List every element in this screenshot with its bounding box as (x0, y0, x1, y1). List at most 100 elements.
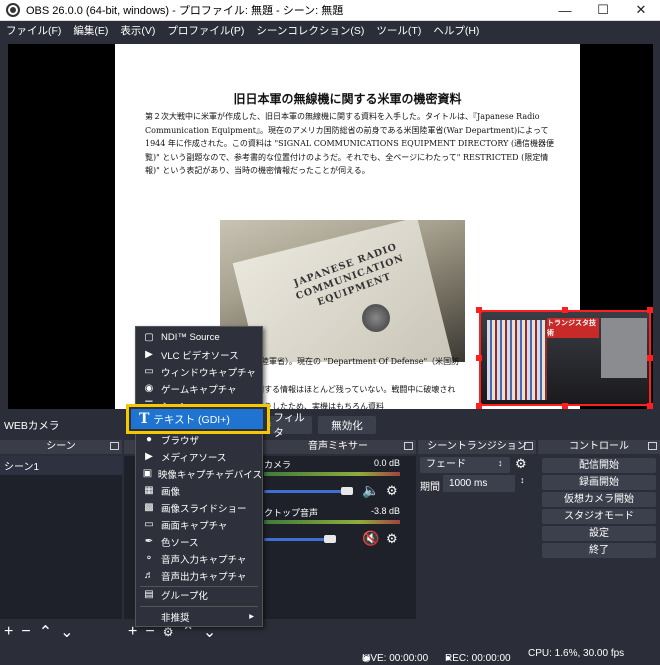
move-down-icon[interactable]: ⌄ (56, 622, 77, 642)
scene-toolbar: + − ⌃ ⌄ (0, 621, 122, 643)
controls-dock: コントロール 配信開始 録画開始 仮想カメラ開始 スタジオモード 設定 終了 (538, 440, 660, 643)
menu-item-window-capture[interactable]: ▭ ウィンドウキャプチャ (136, 363, 262, 380)
menu-item-audio-input-capture[interactable]: ⚬ 音声入力キャプチャ (136, 550, 262, 567)
menu-tools[interactable]: ツール(T) (370, 23, 427, 38)
slideshow-icon: ▩ (144, 502, 154, 513)
menu-view[interactable]: 表示(V) (114, 23, 161, 38)
seal-icon (362, 304, 390, 332)
document-text-line: nt"（旧陸軍省）。現在の "Department Of Defense"（米国… (233, 357, 460, 366)
duration-label: 期間 (420, 482, 440, 493)
selected-source-name: WEBカメラ (4, 419, 60, 432)
chevron-up-down-icon[interactable]: ↕ (498, 458, 503, 468)
transform-handle[interactable] (562, 403, 568, 409)
menu-item-ndi-source[interactable]: ▢ NDI™ Source (136, 329, 262, 346)
menu-help[interactable]: ヘルプ(H) (427, 23, 485, 38)
start-streaming-button[interactable]: 配信開始 (542, 458, 656, 473)
text-icon: T (139, 411, 150, 427)
window-title: OBS 26.0.0 (64-bit, windows) - プロファイル: 無… (26, 5, 344, 17)
webcam-source[interactable]: トランジスタ技術 (479, 310, 651, 406)
transform-handle[interactable] (562, 307, 568, 313)
transform-handle[interactable] (647, 403, 653, 409)
studio-mode-button[interactable]: スタジオモード (542, 509, 656, 524)
menu-item-video-capture-device[interactable]: ▣ 映像キャプチャデバイス (136, 465, 262, 482)
spinner-icon[interactable]: ↕ (520, 475, 525, 485)
menu-item-vlc-source[interactable]: ▶ VLC ビデオソース (136, 346, 262, 363)
muted-speaker-icon[interactable]: 🔇 (362, 530, 379, 547)
volume-slider[interactable] (264, 538, 330, 541)
cpu-fps-status: CPU: 1.6%, 30.00 fps (528, 648, 625, 659)
undock-icon[interactable] (404, 442, 413, 450)
menu-bar: ファイル(F) 編集(E) 表示(V) プロファイル(P) シーンコレクション(… (0, 21, 660, 40)
menu-separator (140, 606, 258, 607)
transform-handle[interactable] (476, 355, 482, 361)
undock-icon[interactable] (648, 442, 657, 450)
scenes-dock: シーン シーン1 + − ⌃ ⌄ (0, 440, 122, 643)
document-title: 旧日本軍の無線機に関する米軍の機密資料 (233, 92, 462, 106)
scene-list[interactable]: シーン1 (0, 456, 122, 619)
menu-item-text-gdi[interactable]: T テキスト (GDI+) (131, 409, 263, 429)
minimize-icon[interactable]: — (546, 0, 584, 21)
gear-icon[interactable]: ⚙ (386, 531, 398, 547)
start-virtual-camera-button[interactable]: 仮想カメラ開始 (542, 492, 656, 507)
dock-header: コントロール (538, 440, 660, 454)
menu-item-game-capture[interactable]: ◉ ゲームキャプチャ (136, 380, 262, 397)
source-toolbar: WEBカメラ ⚙ フィルタ 無効化 (0, 412, 660, 439)
remove-icon[interactable]: − (17, 623, 34, 641)
menu-item-media-source[interactable]: ▶ メディアソース (136, 448, 262, 465)
menu-item-image[interactable]: ▦ 画像 (136, 482, 262, 499)
volume-slider-handle[interactable] (324, 535, 336, 543)
menu-item-color-source[interactable]: ✒ 色ソース (136, 533, 262, 550)
highlight-annotation: T テキスト (GDI+) (126, 404, 270, 434)
add-icon[interactable]: + (0, 623, 17, 641)
close-icon[interactable]: ✕ (622, 0, 660, 21)
volume-slider[interactable] (264, 490, 347, 493)
duration-input[interactable]: 1000 ms (443, 475, 515, 492)
brush-icon: ✒ (144, 536, 154, 547)
undock-icon[interactable] (110, 442, 119, 450)
maximize-icon[interactable]: ☐ (584, 0, 622, 21)
list-item[interactable]: シーン1 (0, 456, 122, 475)
preview-canvas[interactable]: 旧日本軍の無線機に関する米軍の機密資料 第２次大戦中に米軍が作成した、旧日本軍の… (8, 44, 653, 409)
play-icon: ▶ (145, 349, 153, 360)
deactivate-button[interactable]: 無効化 (318, 416, 376, 434)
document-paragraph: 第２次大戦中に米軍が作成した、旧日本軍の無線機に関する資料を入手した。タイトルは… (145, 112, 555, 175)
gear-icon[interactable]: ⚙ (386, 483, 398, 499)
menu-edit[interactable]: 編集(E) (67, 23, 114, 38)
menu-item-audio-output-capture[interactable]: ♬ 音声出力キャプチャ (136, 567, 262, 584)
menu-profile[interactable]: プロファイル(P) (161, 23, 250, 38)
chevron-right-icon: ▸ (249, 611, 254, 622)
webcam-poster: トランジスタ技術 (547, 318, 599, 338)
camera-icon: ▣ (142, 468, 153, 479)
mixer-channel-level: -3.8 dB (370, 506, 400, 516)
ndi-icon: ▢ (144, 332, 154, 343)
move-up-icon[interactable]: ⌃ (35, 622, 56, 642)
menu-item-image-slideshow[interactable]: ▩ 画像スライドショー (136, 499, 262, 516)
document-text-line: に関する情報はほとんど残っていない。戦闘中に破壊され (248, 385, 456, 394)
exit-button[interactable]: 終了 (542, 543, 656, 558)
dock-header: シーン (0, 440, 122, 454)
gear-icon[interactable]: ⚙ (515, 456, 527, 472)
audio-mixer-dock: 音声ミキサー カメラ 0.0 dB 🔈 ⚙ クトップ音声 -3.8 dB 🔇 ⚙ (260, 440, 416, 643)
speaker-icon[interactable]: 🔈 (362, 482, 379, 499)
menu-scene-collection[interactable]: シーンコレクション(S) (250, 23, 370, 38)
menu-item-display-capture[interactable]: ▭ 画面キャプチャ (136, 516, 262, 533)
speaker-icon: ♬ (144, 570, 154, 581)
gear-icon[interactable]: ⚙ (159, 625, 178, 639)
play-icon: ▶ (145, 451, 153, 462)
window-icon: ▭ (144, 366, 154, 377)
volume-meter (264, 520, 400, 524)
status-bar: ◉ LIVE: 00:00:00 ● REC: 00:00:00 CPU: 1.6%… (0, 643, 660, 665)
undock-icon[interactable] (524, 442, 533, 450)
menu-item-deprecated[interactable]: 非推奨 ▸ (136, 608, 262, 625)
menu-item-group[interactable]: ▤ グループ化 (136, 586, 262, 603)
transform-handle[interactable] (476, 403, 482, 409)
transform-handle[interactable] (647, 355, 653, 361)
menu-file[interactable]: ファイル(F) (0, 23, 67, 38)
volume-meter (264, 472, 400, 476)
start-recording-button[interactable]: 録画開始 (542, 475, 656, 490)
transform-handle[interactable] (476, 307, 482, 313)
transition-select[interactable]: フェード (420, 457, 510, 473)
transform-handle[interactable] (647, 307, 653, 313)
volume-slider-handle[interactable] (341, 487, 353, 495)
settings-button[interactable]: 設定 (542, 526, 656, 541)
